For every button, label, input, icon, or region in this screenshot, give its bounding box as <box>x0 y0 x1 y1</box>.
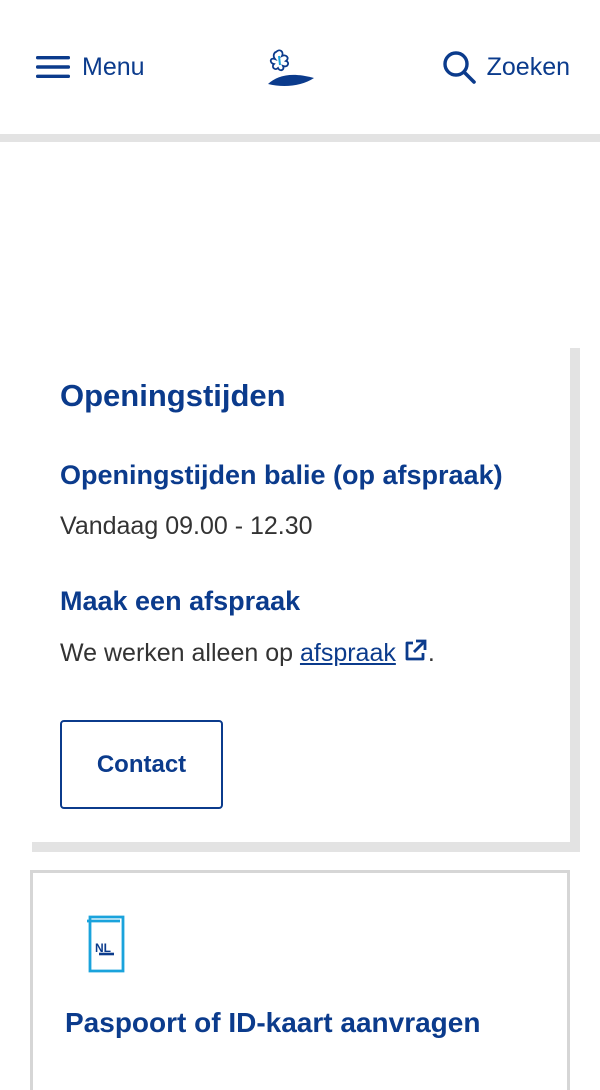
desk-hours-heading: Openingstijden balie (op afspraak) <box>60 460 503 490</box>
contact-button[interactable]: Contact <box>60 720 223 809</box>
passport-card[interactable]: NL Paspoort of ID-kaart aanvragen <box>30 870 570 1090</box>
municipality-logo-icon[interactable] <box>266 48 318 88</box>
appointment-text: We werken alleen op afspraak. <box>60 638 435 668</box>
appointment-link[interactable]: afspraak <box>300 639 396 667</box>
opening-hours-card: Openingstijden Openingstijden balie (op … <box>32 348 580 852</box>
appointment-text-after: . <box>427 639 435 667</box>
external-link-icon <box>405 639 427 661</box>
desk-hours-today: Vandaag 09.00 - 12.30 <box>60 512 313 540</box>
appointment-link-label: afspraak <box>299 639 396 667</box>
hamburger-icon <box>36 56 70 78</box>
search-label: Zoeken <box>486 52 570 81</box>
header-divider <box>0 134 600 142</box>
passport-icon-label: NL <box>95 941 111 955</box>
site-header: Menu Zoeken <box>0 0 600 134</box>
appointment-heading: Maak een afspraak <box>60 586 301 616</box>
appointment-text-before: We werken alleen op <box>60 639 300 667</box>
menu-button[interactable]: Menu <box>36 48 145 86</box>
search-icon <box>442 51 476 84</box>
menu-label: Menu <box>82 52 145 81</box>
opening-hours-title: Openingstijden <box>60 378 286 413</box>
passport-title: Paspoort of ID-kaart aanvragen <box>65 1007 481 1038</box>
search-button[interactable]: Zoeken <box>441 48 570 86</box>
